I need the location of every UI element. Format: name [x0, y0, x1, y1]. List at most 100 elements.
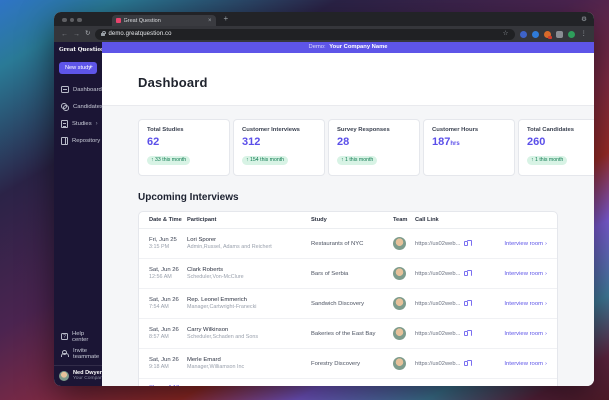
interview-time: 7:54 AM: [149, 304, 187, 310]
great-question-logo: Great Question: [59, 47, 105, 53]
interview-room-link[interactable]: Interview room›: [504, 241, 547, 247]
stats-cards: Total Studies 62 ↑ 33 this month Custome…: [138, 119, 594, 176]
team-avatar: [393, 267, 406, 280]
stat-card: Customer Hours 187hrs: [423, 119, 515, 176]
sidebar-footer-item[interactable]: Help center: [57, 329, 99, 344]
show-all-link[interactable]: Show all 18: [139, 379, 557, 386]
zoom-window-button[interactable]: [77, 18, 82, 23]
footer-item-label: Help center: [72, 331, 95, 343]
nav-item-label: Studies: [72, 121, 92, 127]
table-row: Sat, Jun 26 8:57 AM Carry Wilkinson Sche…: [139, 319, 557, 349]
stat-label: Customer Interviews: [242, 127, 316, 133]
new-tab-button[interactable]: +: [224, 15, 229, 23]
sidebar-header: Great Question ⇤: [54, 42, 102, 55]
stat-card: Total Candidates 260 ↑ 1 this month: [518, 119, 594, 176]
stat-unit: hrs: [450, 141, 459, 147]
interview-room-link[interactable]: Interview room›: [504, 361, 547, 367]
page-header: Dashboard: [102, 53, 594, 106]
copy-link-icon[interactable]: [464, 241, 468, 246]
table-row: Fri, Jun 25 3:15 PM Lori Sporer Admin,Ru…: [139, 229, 557, 259]
extensions-puzzle-icon[interactable]: [556, 31, 563, 38]
browser-tab-strip: Great Question × + ⚙: [54, 12, 594, 26]
invite-icon: [61, 350, 69, 358]
gear-icon[interactable]: ⚙: [581, 17, 587, 24]
user-avatar: [59, 371, 69, 381]
green-extension-icon[interactable]: [568, 31, 575, 38]
study-name: Forestry Discovery: [311, 361, 393, 367]
interview-room-link[interactable]: Interview room›: [504, 331, 547, 337]
sidebar-footer: Help center Invite teammate: [54, 329, 102, 361]
sidebar: Great Question ⇤ New study + Dashboard: [54, 42, 102, 386]
url-bar[interactable]: demo.greatquestion.co ☆: [95, 29, 514, 40]
bookmark-star-icon[interactable]: ☆: [503, 31, 509, 38]
column-participant: Participant: [187, 217, 311, 223]
main-column: Demo: Your Company Name Dashboard Total …: [102, 42, 594, 386]
browser-menu-icon[interactable]: ⋮: [581, 31, 588, 38]
interview-time: 9:18 AM: [149, 364, 187, 370]
tab-title: Great Question: [124, 18, 205, 24]
interview-time: 12:56 AM: [149, 274, 187, 280]
interview-room-link[interactable]: Interview room›: [504, 301, 547, 307]
dashboard-icon: [61, 86, 69, 93]
app-frame: Great Question ⇤ New study + Dashboard: [54, 42, 594, 386]
blue-extension-icon[interactable]: [532, 31, 539, 38]
page-title: Dashboard: [138, 75, 594, 90]
column-date-time: Date & Time: [149, 217, 187, 223]
minimize-window-button[interactable]: [70, 18, 75, 23]
chevron-right-icon: ›: [545, 331, 547, 337]
call-link-url: https://us02web...: [415, 301, 460, 307]
sidebar-nav-item[interactable]: Studies ›: [57, 116, 99, 131]
browser-tab[interactable]: Great Question ×: [112, 15, 216, 26]
nav-item-label: Candidates: [73, 104, 103, 110]
password-manager-extension-icon[interactable]: [520, 31, 527, 38]
forward-button[interactable]: →: [73, 31, 80, 38]
call-link-url: https://us02web...: [415, 241, 460, 247]
stat-trend-badge: ↑ 1 this month: [527, 156, 567, 165]
candidates-icon: [61, 103, 69, 111]
studies-icon: [61, 120, 68, 128]
close-tab-icon[interactable]: ×: [208, 18, 212, 24]
participant-name: Clark Roberts: [187, 267, 311, 273]
upcoming-interviews-table: Date & Time Participant Study Team Call …: [138, 211, 558, 386]
stat-trend-badge: ↑ 33 this month: [147, 156, 190, 165]
table-row: Sat, Jun 26 12:56 AM Clark Roberts Sched…: [139, 259, 557, 289]
stat-card: Customer Interviews 312 ↑ 154 this month: [233, 119, 325, 176]
user-profile[interactable]: Ned Dwyer Your Company Name: [54, 365, 102, 386]
site-favicon: [116, 18, 121, 23]
copy-link-icon[interactable]: [464, 301, 468, 306]
extension-badge: [548, 36, 552, 39]
stat-trend-badge: ↑ 154 this month: [242, 156, 288, 165]
interview-room-link[interactable]: Interview room›: [504, 271, 547, 277]
close-window-button[interactable]: [62, 18, 67, 23]
sidebar-nav-item[interactable]: Dashboard: [57, 82, 99, 97]
table-row: Sat, Jun 26 7:54 AM Rep. Leonel Emmerich…: [139, 289, 557, 319]
stat-card: Total Studies 62 ↑ 33 this month: [138, 119, 230, 176]
participant-role: Manager,Williamson Inc: [187, 364, 311, 370]
sidebar-nav-item[interactable]: Candidates: [57, 99, 99, 114]
notification-extension-icon[interactable]: [544, 31, 551, 38]
sidebar-footer-item[interactable]: Invite teammate: [57, 346, 99, 361]
desktop-wallpaper: Great Question × + ⚙ ← → ↻ demo.greatque…: [0, 0, 609, 400]
interview-date: Sat, Jun 26: [149, 327, 187, 333]
stat-value: 260: [527, 136, 594, 148]
table-header-row: Date & Time Participant Study Team Call …: [139, 212, 557, 229]
participant-role: Manager,Cartwright-Franecki: [187, 304, 311, 310]
stat-label: Total Studies: [147, 127, 221, 133]
stat-label: Total Candidates: [527, 127, 594, 133]
stat-value: 312: [242, 136, 316, 148]
new-study-button[interactable]: New study +: [59, 62, 97, 74]
copy-link-icon[interactable]: [464, 331, 468, 336]
interview-date: Sat, Jun 26: [149, 357, 187, 363]
stat-card: Survey Responses 28 ↑ 1 this month: [328, 119, 420, 176]
copy-link-icon[interactable]: [464, 361, 468, 366]
back-button[interactable]: ←: [61, 31, 68, 38]
copy-link-icon[interactable]: [464, 271, 468, 276]
reload-button[interactable]: ↻: [85, 31, 90, 38]
chevron-right-icon: ›: [545, 271, 547, 277]
sidebar-nav-item[interactable]: Repository: [57, 133, 99, 148]
chevron-right-icon: ›: [545, 361, 547, 367]
nav-item-label: Repository: [72, 138, 100, 144]
stat-label: Survey Responses: [337, 127, 411, 133]
demo-banner-company: Your Company Name: [329, 44, 387, 50]
interview-time: 8:57 AM: [149, 334, 187, 340]
